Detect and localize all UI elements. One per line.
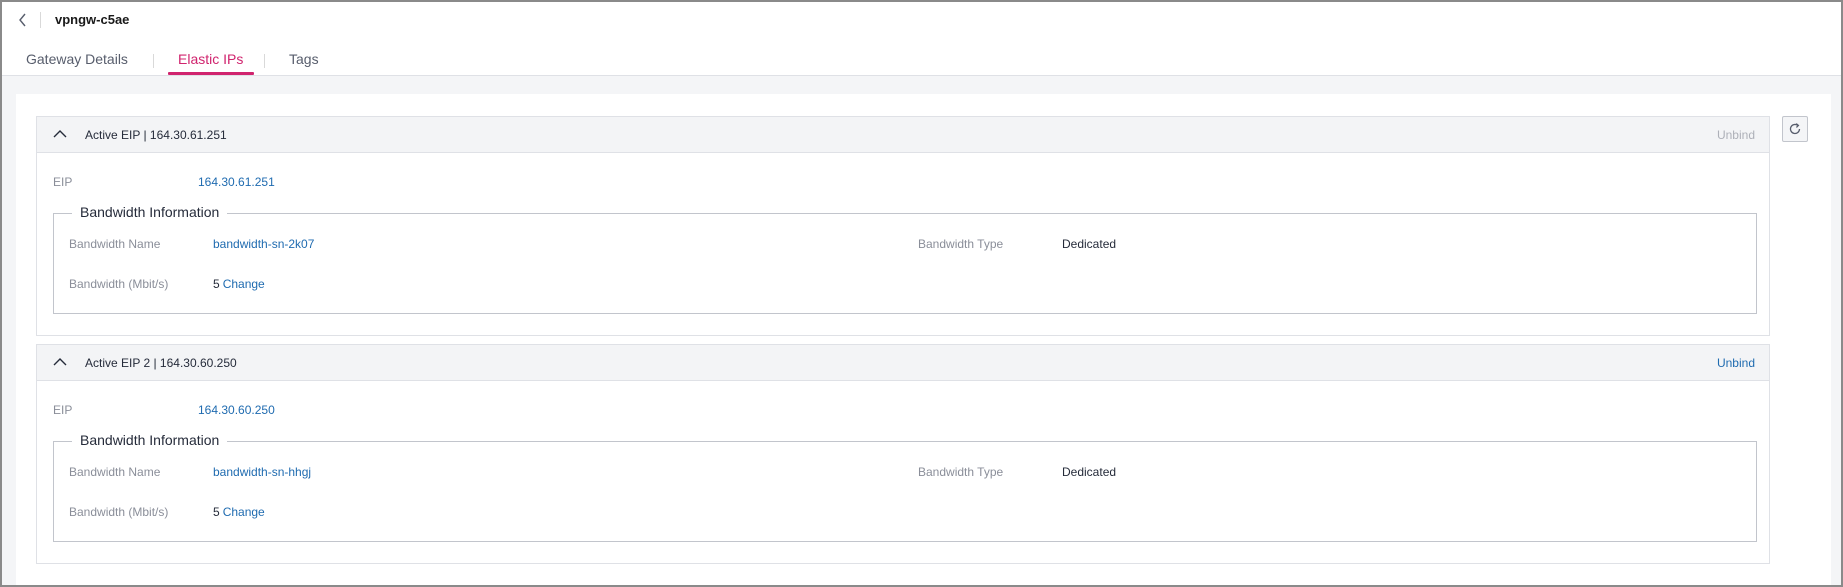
page-header: vpngw-c5ae Gateway Details Elastic IPs T…	[2, 2, 1841, 76]
active-tab-indicator	[168, 72, 254, 75]
bandwidth-size-value: 5	[213, 277, 220, 291]
bandwidth-size-value: 5	[213, 505, 220, 519]
eip-link[interactable]: 164.30.60.250	[198, 403, 275, 417]
bandwidth-name-link[interactable]: bandwidth-sn-hhgj	[213, 465, 311, 479]
refresh-icon	[1789, 123, 1801, 135]
bandwidth-size: 5 Change	[213, 505, 265, 519]
change-bandwidth-link[interactable]: Change	[223, 277, 265, 291]
bandwidth-fieldset: Bandwidth Information Bandwidth Name ban…	[53, 432, 1757, 542]
eip-link[interactable]: 164.30.61.251	[198, 175, 275, 189]
bandwidth-name-link[interactable]: bandwidth-sn-2k07	[213, 237, 314, 251]
tab-tags[interactable]: Tags	[289, 51, 319, 67]
title-divider	[40, 12, 41, 28]
chevron-left-icon	[19, 13, 26, 27]
tab-divider	[153, 54, 154, 68]
eip-panel: Active EIP | 164.30.61.251 Unbind EIP 16…	[36, 116, 1770, 336]
bandwidth-size-label: Bandwidth (Mbit/s)	[69, 505, 169, 519]
chevron-up-icon[interactable]	[53, 357, 67, 367]
bandwidth-size: 5 Change	[213, 277, 265, 291]
bandwidth-type-label: Bandwidth Type	[918, 237, 1004, 251]
change-bandwidth-link[interactable]: Change	[223, 505, 265, 519]
bandwidth-type-label: Bandwidth Type	[918, 465, 1004, 479]
panel-header[interactable]: Active EIP | 164.30.61.251 Unbind	[37, 117, 1769, 153]
refresh-button[interactable]	[1782, 116, 1808, 142]
bandwidth-legend: Bandwidth Information	[72, 204, 228, 220]
unbind-button[interactable]: Unbind	[1717, 128, 1755, 142]
page-title: vpngw-c5ae	[55, 12, 130, 27]
app-frame: vpngw-c5ae Gateway Details Elastic IPs T…	[0, 0, 1843, 587]
eip-label: EIP	[53, 175, 73, 189]
bandwidth-type-value: Dedicated	[1062, 237, 1117, 251]
tab-elastic-ips[interactable]: Elastic IPs	[178, 51, 243, 67]
panel-header[interactable]: Active EIP 2 | 164.30.60.250 Unbind	[37, 345, 1769, 381]
panel-title: Active EIP 2 | 164.30.60.250	[85, 356, 237, 370]
bandwidth-fieldset: Bandwidth Information Bandwidth Name ban…	[53, 204, 1757, 314]
bandwidth-name-label: Bandwidth Name	[69, 237, 161, 251]
tab-divider	[264, 54, 265, 68]
eip-panel: Active EIP 2 | 164.30.60.250 Unbind EIP …	[36, 344, 1770, 564]
back-button[interactable]	[14, 10, 32, 30]
bandwidth-size-label: Bandwidth (Mbit/s)	[69, 277, 169, 291]
bandwidth-name-label: Bandwidth Name	[69, 465, 161, 479]
tab-gateway-details[interactable]: Gateway Details	[26, 51, 128, 67]
unbind-button[interactable]: Unbind	[1717, 356, 1755, 370]
panel-title: Active EIP | 164.30.61.251	[85, 128, 227, 142]
chevron-up-icon[interactable]	[53, 129, 67, 139]
eip-label: EIP	[53, 403, 73, 417]
bandwidth-type-value: Dedicated	[1062, 465, 1117, 479]
bandwidth-legend: Bandwidth Information	[72, 432, 228, 448]
